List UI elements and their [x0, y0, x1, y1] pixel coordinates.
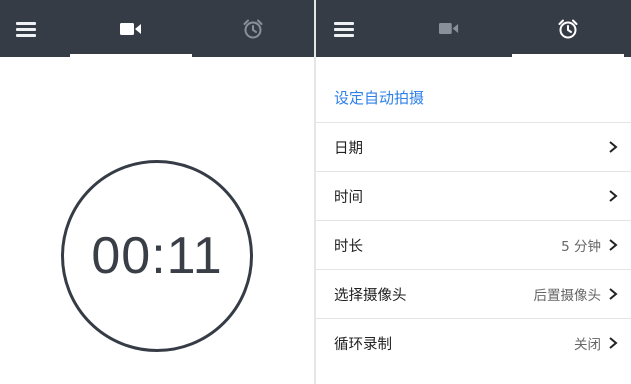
- top-nav-bar: [0, 0, 314, 57]
- setting-label: 时长: [334, 238, 363, 255]
- chevron-right-icon: [609, 190, 618, 202]
- tab-alarm[interactable]: [512, 0, 624, 57]
- video-recorder-screen: 00:11: [0, 0, 314, 384]
- active-tab-indicator: [70, 54, 192, 57]
- setting-row-date[interactable]: 日期: [316, 122, 631, 171]
- setting-value: 后置摄像头: [533, 288, 602, 304]
- tab-video[interactable]: [416, 0, 482, 57]
- auto-record-settings-screen: 设定自动拍摄 日期 时间 时长 5 分钟 选择摄像头 后置摄像头 循环录制 关闭: [316, 0, 631, 384]
- setting-value: 关闭: [574, 337, 601, 353]
- chevron-right-icon: [609, 141, 618, 153]
- menu-button[interactable]: [0, 0, 52, 57]
- tab-alarm[interactable]: [220, 0, 286, 57]
- setting-row-camera[interactable]: 选择摄像头 后置摄像头: [316, 269, 631, 318]
- section-title: 设定自动拍摄: [334, 89, 425, 107]
- chevron-right-icon: [609, 337, 618, 349]
- video-camera-icon: [439, 23, 459, 34]
- setting-label: 日期: [334, 140, 363, 157]
- setting-value: 5 分钟: [561, 239, 601, 255]
- tab-video[interactable]: [70, 0, 192, 57]
- video-camera-icon: [120, 22, 141, 35]
- setting-row-time[interactable]: 时间: [316, 171, 631, 220]
- alarm-clock-icon: [243, 19, 263, 38]
- chevron-right-icon: [609, 288, 618, 300]
- menu-button[interactable]: [316, 0, 372, 57]
- chevron-right-icon: [609, 239, 618, 251]
- active-tab-indicator: [512, 54, 624, 57]
- timer-display: 00:11: [91, 227, 223, 285]
- menu-icon: [334, 21, 354, 37]
- setting-row-loop-recording[interactable]: 循环录制 关闭: [316, 318, 631, 367]
- setting-label: 选择摄像头: [334, 287, 407, 304]
- menu-icon: [16, 21, 36, 37]
- setting-label: 循环录制: [334, 336, 392, 353]
- timer-circle: 00:11: [61, 160, 253, 352]
- top-nav-bar: [316, 0, 631, 57]
- setting-row-duration[interactable]: 时长 5 分钟: [316, 220, 631, 269]
- setting-label: 时间: [334, 189, 363, 206]
- alarm-clock-icon: [558, 19, 578, 38]
